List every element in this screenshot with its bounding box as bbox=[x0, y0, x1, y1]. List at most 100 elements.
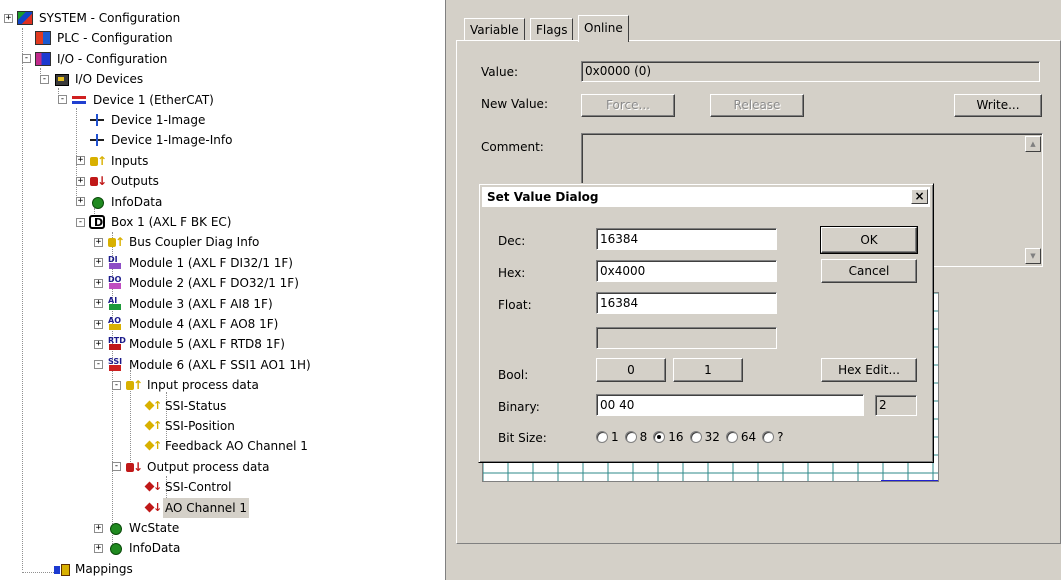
tree-item-label[interactable]: Device 1-Image bbox=[109, 110, 207, 130]
tree-item[interactable]: SSI-Control bbox=[130, 477, 233, 497]
collapse-icon[interactable]: - bbox=[58, 95, 67, 105]
tree-item-label[interactable]: Mappings bbox=[73, 559, 135, 579]
tree-item[interactable]: - SSI Module 6 (AXL F SSI1 AO1 1H) bbox=[94, 355, 313, 375]
bitsize-option[interactable]: 32 bbox=[689, 430, 720, 444]
tree-item-label[interactable]: AO Channel 1 bbox=[163, 497, 249, 518]
write-button[interactable]: Write... bbox=[954, 94, 1042, 117]
tree-item[interactable]: - Input process data bbox=[112, 375, 261, 395]
tree-item[interactable]: + SYSTEM - Configuration bbox=[4, 8, 182, 28]
tree-item[interactable]: SSI-Status bbox=[130, 396, 228, 416]
tree-item-label[interactable]: Outputs bbox=[109, 171, 161, 191]
expand-icon[interactable]: + bbox=[94, 278, 103, 288]
tree-item-label[interactable]: SYSTEM - Configuration bbox=[37, 8, 182, 28]
tree-item[interactable]: + DI Module 1 (AXL F DI32/1 1F) bbox=[94, 253, 295, 273]
tree-item[interactable]: Device 1-Image bbox=[76, 110, 207, 130]
tree-item[interactable]: + InfoData bbox=[76, 192, 164, 212]
expand-icon[interactable]: + bbox=[94, 543, 103, 553]
tree-item-label[interactable]: Input process data bbox=[145, 375, 261, 395]
release-button[interactable]: Release bbox=[710, 94, 804, 117]
tab-variable[interactable]: Variable bbox=[464, 18, 525, 41]
tree-item-label[interactable]: Box 1 (AXL F BK EC) bbox=[109, 212, 233, 232]
tree-item[interactable]: Device 1-Image-Info bbox=[76, 130, 234, 150]
bitsize-option[interactable]: 1 bbox=[596, 430, 619, 444]
tree-item-label[interactable]: WcState bbox=[127, 518, 181, 538]
tree-item[interactable]: - Output process data bbox=[112, 457, 271, 477]
scroll-down-button[interactable]: ▼ bbox=[1025, 248, 1041, 264]
tree-item[interactable]: - I/O Devices bbox=[40, 69, 145, 89]
cancel-button[interactable]: Cancel bbox=[821, 259, 917, 283]
tree-item[interactable]: - Device 1 (EtherCAT) bbox=[58, 90, 216, 110]
tree-item[interactable]: + DO Module 2 (AXL F DO32/1 1F) bbox=[94, 273, 301, 293]
bitsize-option[interactable]: 8 bbox=[624, 430, 647, 444]
tree-item[interactable]: + AO Module 4 (AXL F AO8 1F) bbox=[94, 314, 280, 334]
tree-item[interactable]: + Outputs bbox=[76, 171, 161, 191]
tree-item-label[interactable]: Module 5 (AXL F RTD8 1F) bbox=[127, 334, 287, 354]
tree-item-label[interactable]: Module 2 (AXL F DO32/1 1F) bbox=[127, 273, 301, 293]
dec-input[interactable] bbox=[596, 228, 777, 250]
tree-item-label[interactable]: SSI-Status bbox=[163, 396, 228, 416]
collapse-icon[interactable]: - bbox=[76, 217, 85, 227]
radio-unchecked-icon[interactable] bbox=[725, 431, 738, 443]
tree-item[interactable]: SSI-Position bbox=[130, 416, 237, 436]
tree-item-label[interactable]: Device 1-Image-Info bbox=[109, 130, 234, 150]
tree-item-label[interactable]: InfoData bbox=[109, 192, 164, 212]
tree-item-label[interactable]: I/O Devices bbox=[73, 69, 145, 89]
radio-unchecked-icon[interactable] bbox=[762, 431, 775, 443]
tree-item-label[interactable]: Module 4 (AXL F AO8 1F) bbox=[127, 314, 280, 334]
hex-input[interactable] bbox=[596, 260, 777, 282]
tree-item[interactable]: + Bus Coupler Diag Info bbox=[94, 232, 261, 252]
radio-checked-icon[interactable] bbox=[653, 431, 666, 443]
bool-1-button[interactable]: 1 bbox=[673, 358, 743, 382]
tree-item[interactable]: Mappings bbox=[40, 559, 135, 579]
collapse-icon[interactable]: - bbox=[22, 54, 31, 64]
solution-tree[interactable]: + SYSTEM - Configuration PLC - Configurati… bbox=[0, 0, 446, 580]
expand-icon[interactable]: + bbox=[94, 523, 103, 533]
expand-icon[interactable]: + bbox=[76, 197, 85, 207]
tree-item-label[interactable]: Device 1 (EtherCAT) bbox=[91, 90, 216, 110]
collapse-icon[interactable]: - bbox=[112, 462, 121, 472]
tab-flags[interactable]: Flags bbox=[530, 18, 574, 41]
expand-icon[interactable]: + bbox=[4, 13, 13, 23]
bitsize-option[interactable]: 64 bbox=[725, 430, 756, 444]
tree-item-label[interactable]: Inputs bbox=[109, 151, 150, 171]
bitsize-option[interactable]: ? bbox=[762, 430, 784, 444]
expand-icon[interactable]: + bbox=[76, 176, 85, 186]
collapse-icon[interactable]: - bbox=[40, 74, 49, 84]
radio-unchecked-icon[interactable] bbox=[689, 431, 702, 443]
ok-button[interactable]: OK bbox=[821, 227, 917, 253]
tree-item[interactable]: Feedback AO Channel 1 bbox=[130, 436, 310, 456]
tree-item[interactable]: + WcState bbox=[94, 518, 181, 538]
tree-item-label[interactable]: Feedback AO Channel 1 bbox=[163, 436, 310, 456]
bool-0-button[interactable]: 0 bbox=[596, 358, 666, 382]
force-button[interactable]: Force... bbox=[581, 94, 675, 117]
radio-unchecked-icon[interactable] bbox=[624, 431, 637, 443]
tree-item-label[interactable]: Module 3 (AXL F AI8 1F) bbox=[127, 294, 275, 314]
expand-icon[interactable]: + bbox=[94, 258, 103, 268]
bitsize-option[interactable]: 16 bbox=[653, 430, 684, 444]
tree-item[interactable]: AO Channel 1 bbox=[130, 497, 249, 518]
tree-item-label[interactable]: Module 1 (AXL F DI32/1 1F) bbox=[127, 253, 295, 273]
dialog-close-button[interactable]: × bbox=[911, 189, 928, 204]
collapse-icon[interactable]: - bbox=[94, 360, 103, 370]
tree-item-label[interactable]: SSI-Position bbox=[163, 416, 237, 436]
collapse-icon[interactable]: - bbox=[112, 380, 121, 390]
float-input[interactable] bbox=[596, 292, 777, 314]
binary-input[interactable] bbox=[596, 394, 864, 416]
tab-online[interactable]: Online bbox=[578, 15, 629, 42]
tree-item-label[interactable]: InfoData bbox=[127, 538, 182, 558]
expand-icon[interactable]: + bbox=[94, 319, 103, 329]
tree-item-label[interactable]: I/O - Configuration bbox=[55, 49, 169, 69]
expand-icon[interactable]: + bbox=[94, 339, 103, 349]
radio-unchecked-icon[interactable] bbox=[596, 431, 608, 443]
tree-item-label[interactable]: Bus Coupler Diag Info bbox=[127, 232, 261, 252]
scroll-up-button[interactable]: ▲ bbox=[1025, 136, 1041, 152]
tree-item[interactable]: - I/O - Configuration bbox=[22, 49, 169, 69]
tree-item-label[interactable]: SSI-Control bbox=[163, 477, 233, 497]
tree-item[interactable]: + RTD Module 5 (AXL F RTD8 1F) bbox=[94, 334, 287, 354]
expand-icon[interactable]: + bbox=[76, 156, 85, 166]
tree-item[interactable]: + InfoData bbox=[94, 538, 182, 558]
tree-item-label[interactable]: Module 6 (AXL F SSI1 AO1 1H) bbox=[127, 355, 313, 375]
tree-item-label[interactable]: Output process data bbox=[145, 457, 271, 477]
expand-icon[interactable]: + bbox=[94, 299, 103, 309]
tree-item[interactable]: - Box 1 (AXL F BK EC) bbox=[76, 212, 233, 233]
